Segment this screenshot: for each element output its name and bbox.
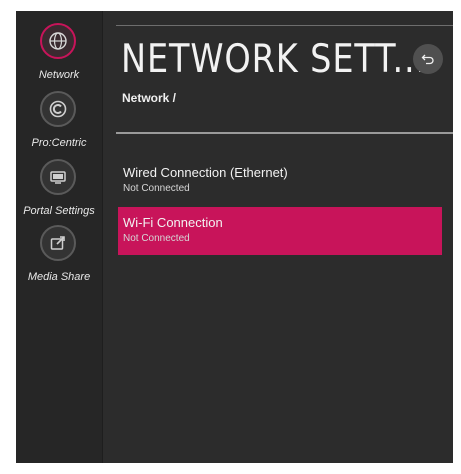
- back-arrow-icon: [421, 54, 434, 65]
- sidebar-item-label: Network: [38, 69, 80, 81]
- sidebar-item-label: Media Share: [27, 271, 91, 283]
- procentric-icon: [40, 91, 76, 127]
- sidebar-item-media-share[interactable]: Media Share: [16, 225, 102, 287]
- tv-settings-screen: Network Pro:Centric Portal Settings Medi…: [16, 11, 453, 463]
- sidebar-item-label: Pro:Centric: [31, 137, 87, 149]
- tv-portal-icon: [40, 159, 76, 195]
- wired-connection-item[interactable]: Wired Connection (Ethernet) Not Connecte…: [118, 157, 442, 205]
- sidebar-item-label: Portal Settings: [23, 205, 95, 217]
- menu-item-status: Not Connected: [123, 233, 190, 244]
- wifi-connection-item[interactable]: Wi-Fi Connection Not Connected: [118, 207, 442, 255]
- sidebar-item-network[interactable]: Network: [16, 23, 102, 85]
- media-share-icon: [40, 225, 76, 261]
- header-divider-bottom: [116, 132, 453, 134]
- sidebar: Network Pro:Centric Portal Settings Medi…: [16, 11, 103, 463]
- header-divider-top: [116, 25, 453, 26]
- menu-item-title: Wired Connection (Ethernet): [123, 165, 288, 180]
- globe-icon: [40, 23, 76, 59]
- menu-item-title: Wi-Fi Connection: [123, 215, 223, 230]
- breadcrumb: Network /: [122, 91, 177, 105]
- sidebar-item-portal-settings[interactable]: Portal Settings: [16, 159, 102, 221]
- back-button[interactable]: [413, 44, 443, 74]
- page-title: NETWORK SETT...: [121, 37, 428, 82]
- sidebar-item-procentric[interactable]: Pro:Centric: [16, 91, 102, 153]
- menu-item-status: Not Connected: [123, 183, 190, 194]
